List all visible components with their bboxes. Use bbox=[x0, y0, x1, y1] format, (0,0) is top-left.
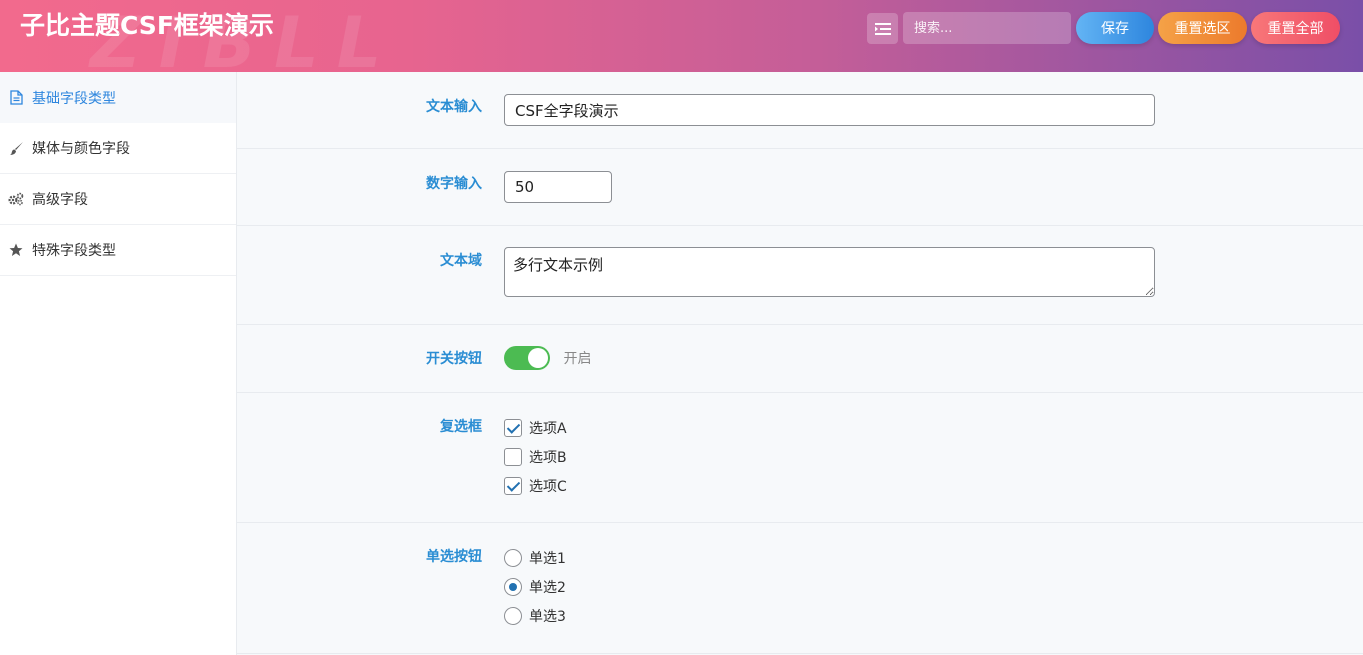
sidebar-item-label: 媒体与颜色字段 bbox=[32, 141, 130, 157]
switch-knob bbox=[528, 348, 548, 368]
sidebar-nav: 基础字段类型 媒体与颜色字段 高级字段 特殊字段类型 bbox=[0, 72, 237, 655]
sidebar-item-label: 高级字段 bbox=[32, 192, 88, 208]
field-label: 文本域 bbox=[440, 253, 482, 269]
switch-toggle[interactable] bbox=[504, 346, 550, 370]
sidebar-item-label: 基础字段类型 bbox=[32, 90, 116, 107]
field-label: 开关按钮 bbox=[426, 351, 482, 367]
field-row-radio: 单选按钮 单选1 单选2 单选3 bbox=[237, 523, 1363, 654]
checkbox-option[interactable]: 选项B bbox=[504, 442, 567, 471]
gears-icon bbox=[8, 191, 24, 207]
top-header-bar: ZIBLL 子比主题CSF框架演示 保存 重置选区 重置全部 bbox=[0, 0, 1363, 72]
sidebar-item-advanced[interactable]: 高级字段 bbox=[0, 174, 236, 225]
checkbox-option[interactable]: 选项A bbox=[504, 413, 567, 442]
page-title: 子比主题CSF框架演示 bbox=[20, 11, 274, 40]
checkbox-option[interactable]: 选项C bbox=[504, 471, 567, 500]
textarea-field[interactable]: 多行文本示例 bbox=[504, 247, 1155, 297]
reset-section-button[interactable]: 重置选区 bbox=[1158, 12, 1247, 44]
radio-label: 单选3 bbox=[529, 608, 566, 625]
sidebar-item-label: 特殊字段类型 bbox=[32, 243, 116, 259]
reset-all-button[interactable]: 重置全部 bbox=[1251, 12, 1340, 44]
checkbox-c[interactable] bbox=[504, 476, 522, 495]
sidebar-item-basic-fields[interactable]: 基础字段类型 bbox=[0, 72, 236, 123]
number-input[interactable] bbox=[504, 171, 612, 203]
sidebar-item-media-color[interactable]: 媒体与颜色字段 bbox=[0, 123, 236, 174]
text-input[interactable] bbox=[504, 94, 1155, 126]
document-icon bbox=[8, 90, 24, 106]
radio-3[interactable] bbox=[504, 606, 522, 625]
checkbox-b[interactable] bbox=[504, 447, 522, 466]
checkbox-label: 选项C bbox=[529, 478, 567, 495]
field-label: 复选框 bbox=[440, 419, 482, 435]
brush-icon bbox=[8, 140, 24, 156]
search-input[interactable] bbox=[903, 12, 1071, 44]
field-label: 数字输入 bbox=[426, 176, 482, 192]
radio-label: 单选1 bbox=[529, 550, 566, 567]
list-icon bbox=[874, 22, 891, 35]
switch-state-text: 开启 bbox=[563, 351, 592, 367]
field-row-switch: 开关按钮 开启 bbox=[237, 325, 1363, 393]
radio-option[interactable]: 单选3 bbox=[504, 601, 566, 630]
checkbox-label: 选项B bbox=[529, 449, 567, 466]
radio-option[interactable]: 单选1 bbox=[504, 543, 566, 572]
field-row-text: 文本输入 bbox=[237, 72, 1363, 149]
checkbox-label: 选项A bbox=[529, 420, 567, 437]
field-row-textarea: 文本域 多行文本示例 bbox=[237, 226, 1363, 325]
star-icon bbox=[8, 242, 24, 258]
save-button[interactable]: 保存 bbox=[1076, 12, 1154, 44]
sidebar-item-special[interactable]: 特殊字段类型 bbox=[0, 225, 236, 276]
field-row-number: 数字输入 bbox=[237, 149, 1363, 226]
menu-toggle-button[interactable] bbox=[867, 13, 898, 44]
field-label: 单选按钮 bbox=[426, 549, 482, 565]
settings-panel: 文本输入 数字输入 文本域 多行文本示例 开关按钮 开启 复选框 选项A bbox=[237, 72, 1363, 655]
radio-option[interactable]: 单选2 bbox=[504, 572, 566, 601]
radio-2[interactable] bbox=[504, 577, 522, 596]
field-row-checkbox: 复选框 选项A 选项B 选项C bbox=[237, 393, 1363, 523]
checkbox-a[interactable] bbox=[504, 418, 522, 437]
radio-1[interactable] bbox=[504, 548, 522, 567]
radio-label: 单选2 bbox=[529, 579, 566, 596]
field-label: 文本输入 bbox=[426, 99, 482, 115]
